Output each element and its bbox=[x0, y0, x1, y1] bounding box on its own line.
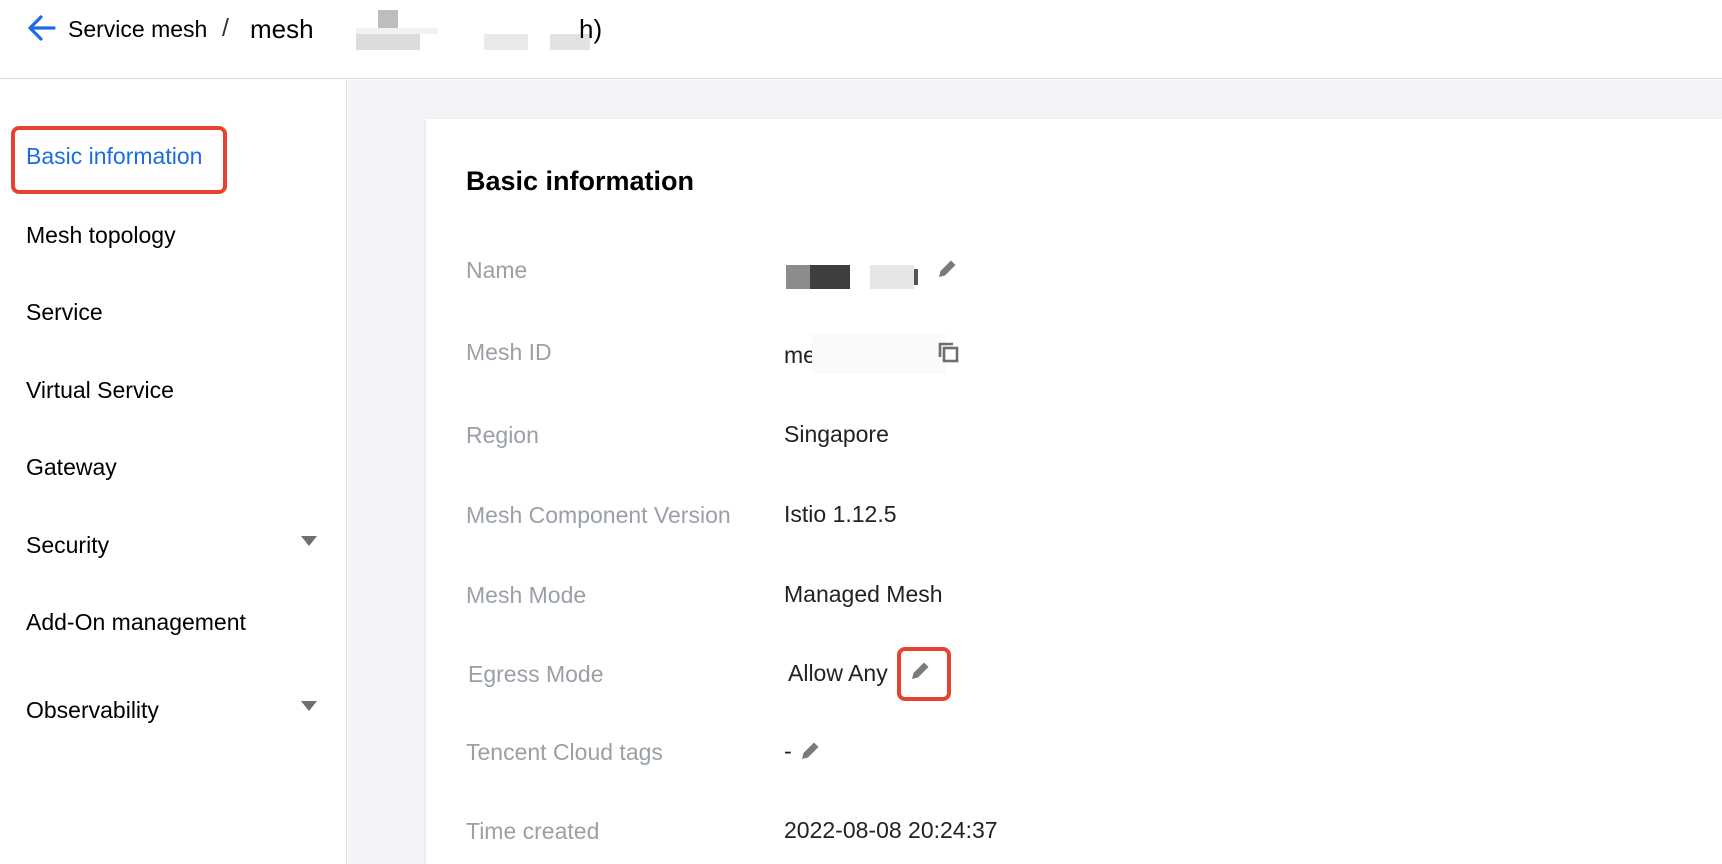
value-region: Singapore bbox=[784, 421, 889, 447]
label-name: Name bbox=[466, 257, 528, 283]
value-mesh-component-version: Istio 1.12.5 bbox=[784, 501, 897, 527]
observability-caret-down-icon[interactable] bbox=[301, 701, 317, 711]
value-egress-mode: Allow Any bbox=[788, 660, 888, 686]
sidebar-item-gateway[interactable]: Gateway bbox=[26, 454, 117, 481]
label-mesh-mode: Mesh Mode bbox=[466, 582, 587, 608]
value-time-created: 2022-08-08 20:24:37 bbox=[784, 817, 998, 843]
sidebar-item-service[interactable]: Service bbox=[26, 299, 103, 326]
sidebar-item-mesh-topology[interactable]: Mesh topology bbox=[26, 222, 176, 249]
edit-egress-mode-pencil-icon[interactable] bbox=[907, 658, 933, 684]
sidebar-item-security[interactable]: Security bbox=[26, 532, 109, 559]
breadcrumb-current-mesh: mesh bbox=[250, 14, 314, 44]
sidebar-item-add-on-management[interactable]: Add-On management bbox=[26, 609, 246, 636]
label-tencent-cloud-tags: Tencent Cloud tags bbox=[466, 739, 663, 765]
redacted-mesh-name bbox=[336, 10, 590, 50]
label-time-created: Time created bbox=[466, 818, 600, 844]
breadcrumb-separator: / bbox=[222, 14, 229, 42]
sidebar-item-virtual-service[interactable]: Virtual Service bbox=[26, 377, 174, 404]
label-region: Region bbox=[466, 422, 539, 448]
value-tencent-cloud-tags: - bbox=[784, 738, 792, 764]
edit-tags-pencil-icon[interactable] bbox=[797, 738, 823, 764]
edit-name-pencil-icon[interactable] bbox=[934, 256, 960, 282]
redacted-name-value bbox=[786, 263, 928, 289]
breadcrumb-current-suffix: h) bbox=[579, 14, 603, 44]
security-caret-down-icon[interactable] bbox=[301, 536, 317, 546]
redacted-mesh-id bbox=[812, 334, 946, 374]
arrow-left-icon[interactable] bbox=[26, 13, 58, 43]
label-mesh-id: Mesh ID bbox=[466, 339, 552, 365]
value-mesh-mode: Managed Mesh bbox=[784, 581, 943, 607]
sidebar-item-basic-information[interactable]: Basic information bbox=[26, 143, 202, 170]
label-egress-mode: Egress Mode bbox=[468, 661, 604, 687]
card-title: Basic information bbox=[466, 166, 695, 196]
top-header: Service mesh / mesh h) bbox=[0, 0, 1722, 79]
copy-mesh-id-icon[interactable] bbox=[936, 340, 962, 366]
sidebar-item-observability[interactable]: Observability bbox=[26, 697, 159, 724]
breadcrumb-service-mesh[interactable]: Service mesh bbox=[68, 16, 207, 43]
label-mesh-component-version: Mesh Component Version bbox=[466, 502, 731, 528]
